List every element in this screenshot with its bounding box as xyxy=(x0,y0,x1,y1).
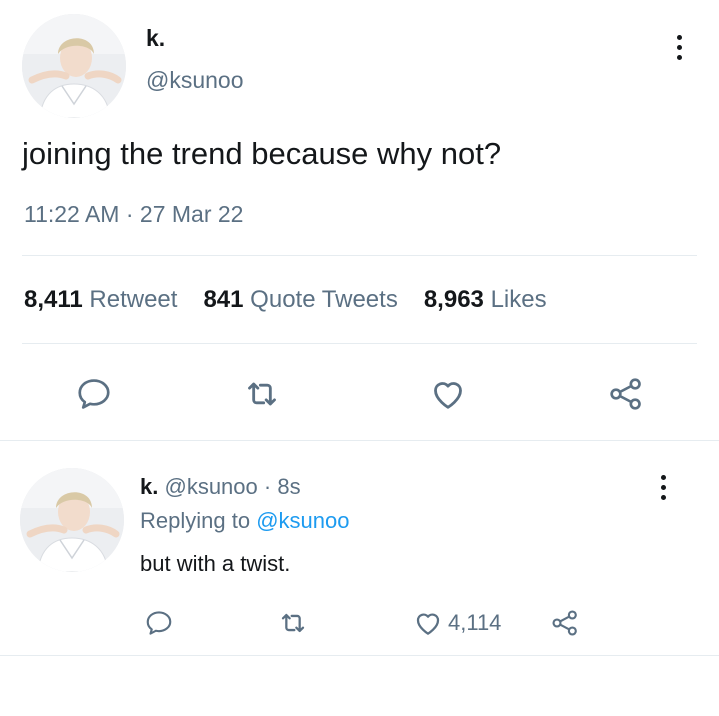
tweet-avatar[interactable] xyxy=(22,14,126,118)
likes-label: Likes xyxy=(490,286,547,313)
divider xyxy=(0,655,719,656)
divider xyxy=(22,343,697,344)
retweet-button[interactable] xyxy=(240,372,284,416)
reply-like-button[interactable]: 4,114 xyxy=(412,604,501,642)
reply-like-count: 4,114 xyxy=(448,610,502,635)
share-icon xyxy=(552,610,577,636)
reply-text: but with a twist. xyxy=(140,551,291,576)
tweet-stats: 8,411 Retweet 841 Quote Tweets 8,963 Lik… xyxy=(24,286,547,314)
like-icon xyxy=(434,382,462,409)
quote-tweets-count: 841 xyxy=(203,286,244,313)
reply-icon xyxy=(78,379,110,409)
reply-age[interactable]: 8s xyxy=(277,474,300,499)
reply-handle[interactable]: @ksunoo xyxy=(164,474,257,499)
reply-avatar[interactable] xyxy=(20,468,124,572)
retweet-label: Retweet xyxy=(89,286,178,313)
divider xyxy=(22,255,697,256)
more-options-icon[interactable] xyxy=(653,475,673,500)
replying-to-prefix: Replying to xyxy=(140,508,251,533)
tweet-text: joining the trend because why not? xyxy=(22,136,502,171)
reply-icon xyxy=(146,611,172,635)
share-icon xyxy=(610,378,641,410)
replying-to: Replying to @ksunoo xyxy=(140,508,349,534)
quote-tweets-label: Quote Tweets xyxy=(250,286,398,313)
reply-reply-button[interactable] xyxy=(140,604,178,642)
retweet-icon xyxy=(248,382,276,406)
quote-tweets-stat[interactable]: 841 Quote Tweets xyxy=(203,286,397,314)
avatar-photo-icon xyxy=(22,14,126,118)
retweet-count: 8,411 xyxy=(24,286,83,313)
divider xyxy=(0,440,719,441)
reply-header: k. @ksunoo · 8s xyxy=(140,474,301,500)
share-button[interactable] xyxy=(604,372,648,416)
like-icon xyxy=(416,613,440,635)
reply-button[interactable] xyxy=(72,372,116,416)
likes-count: 8,963 xyxy=(423,286,484,313)
like-button[interactable] xyxy=(426,372,470,416)
likes-stat[interactable]: 8,963 Likes xyxy=(424,286,547,314)
retweet-icon xyxy=(281,613,305,633)
reply-display-name[interactable]: k. xyxy=(140,474,158,499)
replying-to-handle[interactable]: @ksunoo xyxy=(256,508,349,533)
reply-separator: · xyxy=(263,474,272,499)
tweet-display-name[interactable]: k. xyxy=(146,25,165,52)
reply-retweet-button[interactable] xyxy=(274,604,312,642)
tweet-timestamp[interactable]: 11:22 AM · 27 Mar 22 xyxy=(24,201,243,228)
reply-share-button[interactable] xyxy=(546,604,584,642)
retweet-stat[interactable]: 8,411 Retweet xyxy=(24,286,177,314)
avatar-photo-icon xyxy=(20,468,124,572)
tweet-handle[interactable]: @ksunoo xyxy=(146,67,244,94)
more-options-icon[interactable] xyxy=(669,35,689,60)
